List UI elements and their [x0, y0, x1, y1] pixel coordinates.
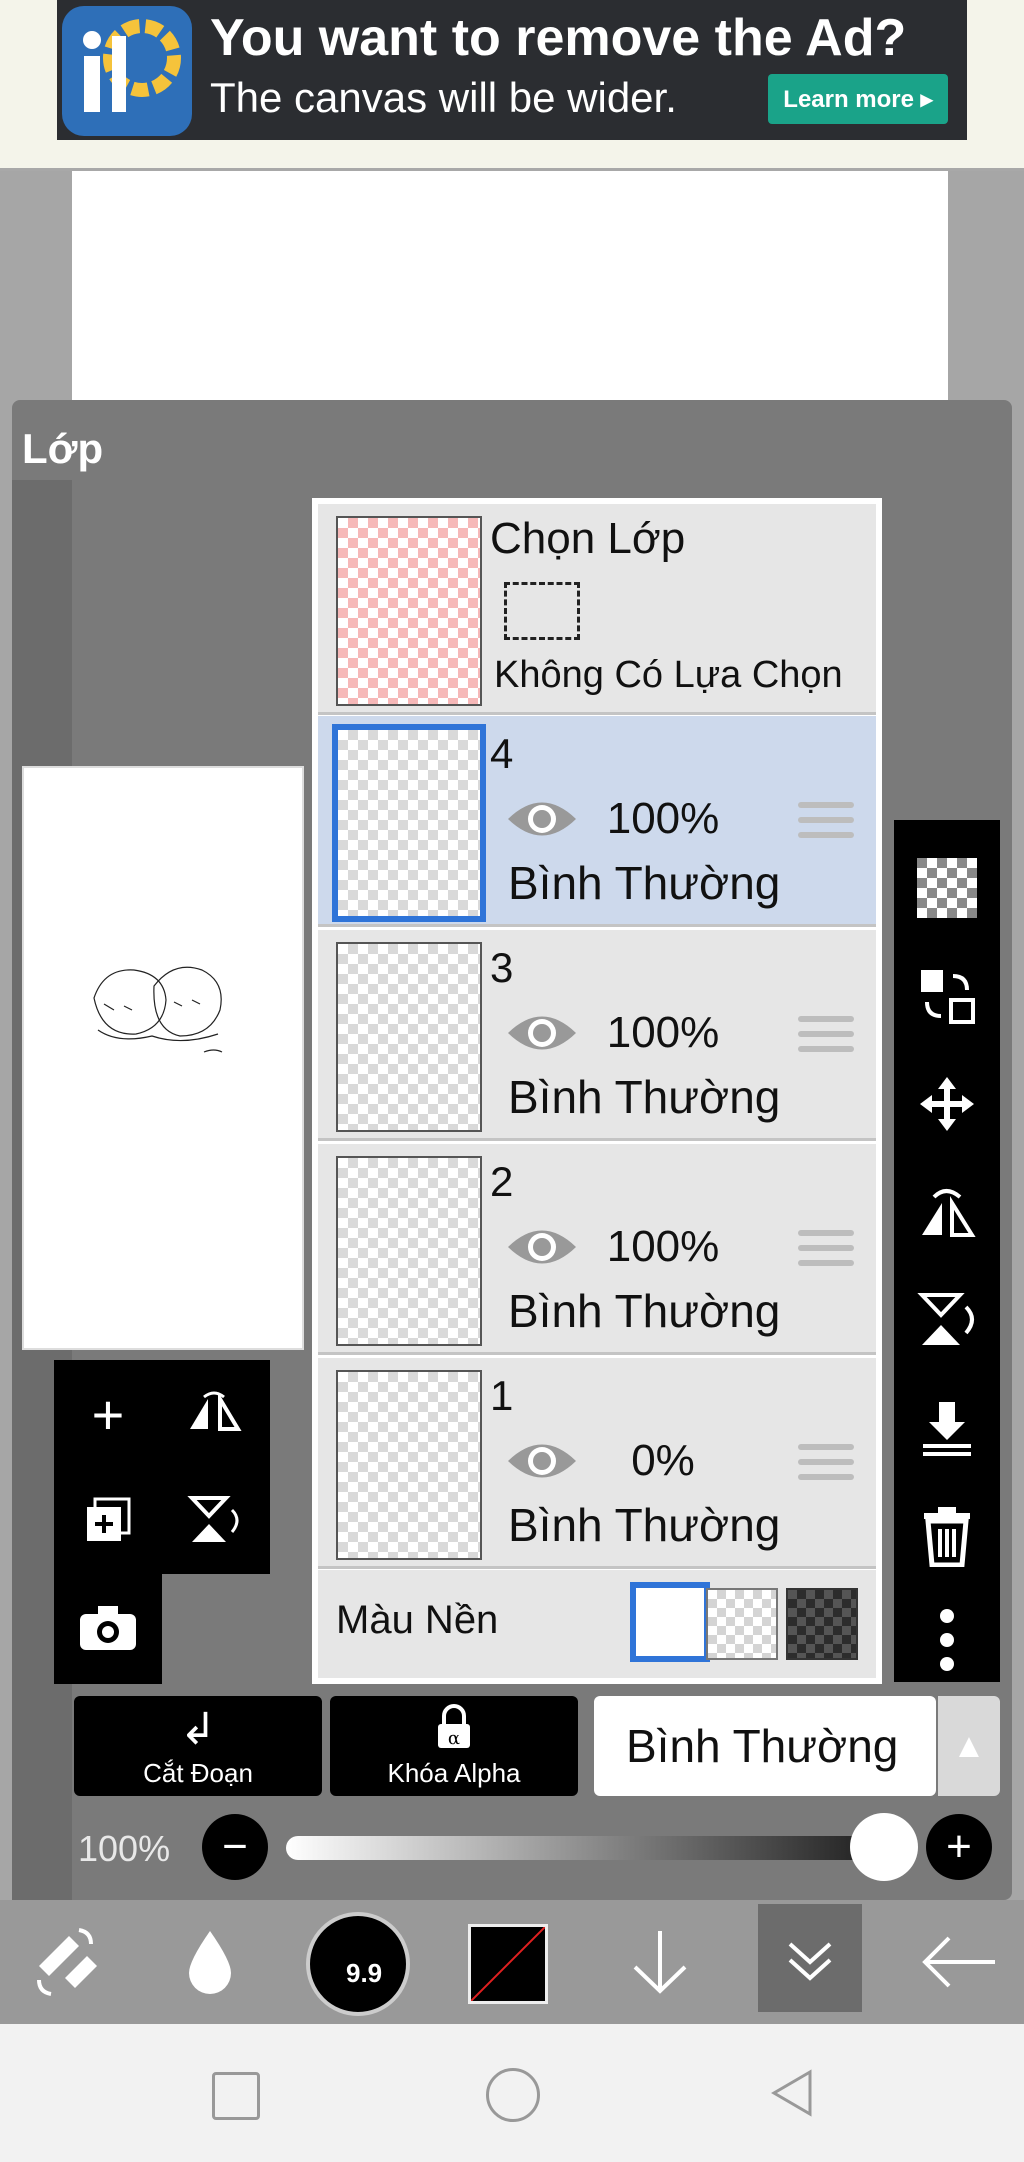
background-dark-swatch[interactable] [786, 1588, 858, 1660]
merge-down-icon[interactable] [894, 1378, 1000, 1478]
selection-layer-thumbnail [336, 516, 482, 706]
ad-subtitle: The canvas will be wider. [210, 74, 677, 121]
visibility-eye-icon[interactable] [504, 1222, 580, 1272]
back-icon[interactable] [768, 2068, 814, 2123]
layer-opacity: 100% [606, 1222, 720, 1271]
layer-number: 1 [490, 1372, 514, 1419]
more-options-icon[interactable] [894, 1590, 1000, 1690]
layer-number: 4 [490, 730, 514, 777]
panel-title: Lớp [22, 425, 104, 472]
opacity-decrease-button[interactable]: − [202, 1814, 268, 1880]
trash-icon[interactable] [894, 1486, 1000, 1586]
selection-layer-title: Chọn Lớp [490, 514, 686, 563]
selection-marquee-icon [504, 582, 580, 640]
arrow-down-icon[interactable] [610, 1900, 710, 2024]
ad-title: You want to remove the Ad? [210, 9, 907, 67]
swap-layers-icon[interactable] [894, 946, 1000, 1046]
camera-icon[interactable] [58, 1578, 158, 1678]
transparent-fill-icon[interactable] [894, 838, 1000, 938]
layer-number: 2 [490, 1158, 514, 1205]
clipping-button[interactable]: ↲ Cắt Đoạn [74, 1696, 322, 1796]
opacity-increase-button[interactable]: + [926, 1814, 992, 1880]
layer-thumbnail [336, 942, 482, 1132]
left-tool-group-2 [54, 1574, 162, 1684]
drag-handle-icon[interactable] [798, 1444, 854, 1484]
layer-opacity: 100% [606, 794, 720, 843]
background-white-swatch[interactable] [630, 1582, 710, 1662]
canvas-preview[interactable] [22, 766, 304, 1350]
alpha-lock-label: Khóa Alpha [387, 1758, 521, 1788]
layer-blend-mode: Bình Thường [508, 1071, 781, 1123]
back-arrow-icon[interactable] [904, 1900, 1014, 2024]
dropper-icon[interactable] [160, 1900, 260, 2024]
layer-thumbnail [332, 724, 486, 922]
layer-thumbnail [336, 1370, 482, 1560]
lock-icon: α [330, 1704, 578, 1761]
move-icon[interactable] [894, 1054, 1000, 1154]
layer-opacity: 100% [606, 1008, 720, 1057]
selection-status: Không Có Lựa Chọn [494, 654, 843, 696]
color-picker-button[interactable] [468, 1924, 548, 2004]
layer-row[interactable]: 1 0% Bình Thường [318, 1358, 876, 1569]
home-icon[interactable] [486, 2068, 540, 2122]
recent-apps-icon[interactable] [212, 2072, 260, 2120]
layer-blend-mode: Bình Thường [508, 857, 781, 909]
alpha-lock-button[interactable]: α Khóa Alpha [330, 1696, 578, 1796]
layer-blend-mode: Bình Thường [508, 1499, 781, 1551]
drag-handle-icon[interactable] [798, 802, 854, 842]
layer-blend-mode: Bình Thường [508, 1285, 781, 1337]
ibispaint-logo-icon [62, 6, 192, 136]
tool-switch-icon[interactable] [10, 1900, 120, 2024]
layer-row[interactable]: 3 100% Bình Thường [318, 930, 876, 1141]
chevron-up-icon[interactable]: ▲ [938, 1696, 1000, 1796]
blend-mode-select[interactable]: Bình Thường [594, 1696, 936, 1796]
drag-handle-icon[interactable] [798, 1016, 854, 1056]
brush-size-label: 9.9 [346, 1958, 383, 1988]
layer-thumbnail [336, 1156, 482, 1346]
right-tool-group [894, 820, 1000, 1682]
left-tool-group: + [54, 1360, 270, 1574]
background-color-label: Màu Nền [336, 1598, 499, 1642]
background-transparent-swatch[interactable] [706, 1588, 778, 1660]
clipping-label: Cắt Đoạn [143, 1758, 253, 1788]
canvas[interactable] [72, 171, 948, 401]
flip-vertical-icon[interactable] [894, 1270, 1000, 1370]
learn-more-button[interactable]: Learn more ▸ [768, 74, 948, 124]
flip-horizontal-icon[interactable] [164, 1364, 264, 1464]
drag-handle-icon[interactable] [798, 1230, 854, 1270]
opacity-slider-knob[interactable] [850, 1813, 918, 1881]
layer-panel-toggle[interactable] [758, 1904, 862, 2012]
visibility-eye-icon[interactable] [504, 1436, 580, 1486]
opacity-slider[interactable] [286, 1836, 914, 1860]
add-layer-icon[interactable]: + [58, 1364, 158, 1464]
visibility-eye-icon[interactable] [504, 794, 580, 844]
svg-text:α: α [448, 1728, 460, 1749]
opacity-label: 100% [78, 1828, 171, 1869]
layer-number: 3 [490, 944, 514, 991]
visibility-eye-icon[interactable] [504, 1008, 580, 1058]
duplicate-layer-icon[interactable] [58, 1470, 158, 1570]
flip-horizontal-icon[interactable] [894, 1162, 1000, 1262]
flip-vertical-icon[interactable] [164, 1470, 264, 1570]
layer-row[interactable]: 4 100% Bình Thường [318, 716, 876, 927]
layer-opacity: 0% [631, 1436, 695, 1485]
layer-row[interactable]: 2 100% Bình Thường [318, 1144, 876, 1355]
clipping-icon: ↲ [179, 1705, 217, 1754]
